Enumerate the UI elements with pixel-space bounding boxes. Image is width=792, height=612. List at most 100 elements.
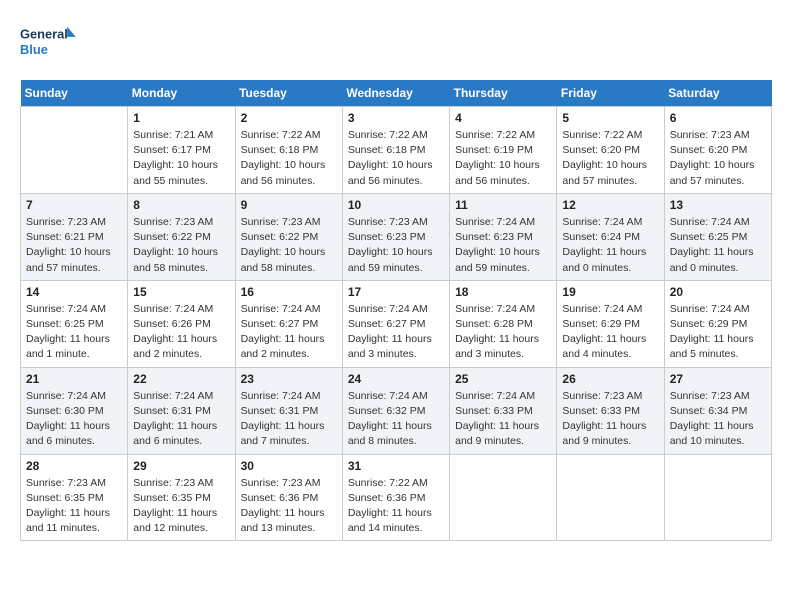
day-number: 2: [241, 111, 337, 125]
day-detail: Sunrise: 7:22 AMSunset: 6:18 PMDaylight:…: [348, 128, 444, 189]
day-detail: Sunrise: 7:24 AMSunset: 6:24 PMDaylight:…: [562, 215, 658, 276]
calendar-cell: 3Sunrise: 7:22 AMSunset: 6:18 PMDaylight…: [342, 107, 449, 194]
calendar-cell: [557, 454, 664, 541]
day-detail: Sunrise: 7:24 AMSunset: 6:28 PMDaylight:…: [455, 302, 551, 363]
calendar-cell: 4 Sunrise: 7:22 AMSunset: 6:19 PMDaylight…: [450, 107, 557, 194]
calendar-cell: 5 Sunrise: 7:22 AMSunset: 6:20 PMDaylight…: [557, 107, 664, 194]
day-number: 6: [670, 111, 766, 125]
calendar-cell: 24 Sunrise: 7:24 AMSunset: 6:32 PMDayligh…: [342, 367, 449, 454]
day-detail: Sunrise: 7:22 AMSunset: 6:19 PMDaylight:…: [455, 128, 551, 189]
day-detail: Sunrise: 7:24 AMSunset: 6:27 PMDaylight:…: [241, 302, 337, 363]
calendar-cell: 17 Sunrise: 7:24 AMSunset: 6:27 PMDayligh…: [342, 280, 449, 367]
day-detail: Sunrise: 7:22 AMSunset: 6:18 PMDaylight:…: [241, 128, 337, 189]
day-detail: Sunrise: 7:24 AMSunset: 6:25 PMDaylight:…: [26, 302, 122, 363]
day-number: 31: [348, 459, 444, 473]
day-detail: Sunrise: 7:23 AMSunset: 6:33 PMDaylight:…: [562, 389, 658, 450]
day-number: 11: [455, 198, 551, 212]
day-number: 4: [455, 111, 551, 125]
day-number: 5: [562, 111, 658, 125]
day-detail: Sunrise: 7:23 AMSunset: 6:23 PMDaylight:…: [348, 215, 444, 276]
weekday-header-tuesday: Tuesday: [235, 80, 342, 107]
calendar-cell: 18 Sunrise: 7:24 AMSunset: 6:28 PMDayligh…: [450, 280, 557, 367]
day-number: 25: [455, 372, 551, 386]
day-number: 24: [348, 372, 444, 386]
day-number: 18: [455, 285, 551, 299]
day-detail: Sunrise: 7:24 AMSunset: 6:29 PMDaylight:…: [670, 302, 766, 363]
day-detail: Sunrise: 7:21 AMSunset: 6:17 PMDaylight:…: [133, 128, 229, 189]
day-detail: Sunrise: 7:24 AMSunset: 6:29 PMDaylight:…: [562, 302, 658, 363]
calendar-cell: 15Sunrise: 7:24 AMSunset: 6:26 PMDayligh…: [128, 280, 235, 367]
day-number: 8: [133, 198, 229, 212]
logo: General Blue: [20, 20, 80, 64]
weekday-header-sunday: Sunday: [21, 80, 128, 107]
day-number: 19: [562, 285, 658, 299]
day-detail: Sunrise: 7:23 AMSunset: 6:22 PMDaylight:…: [241, 215, 337, 276]
calendar-cell: 9 Sunrise: 7:23 AMSunset: 6:22 PMDaylight…: [235, 193, 342, 280]
day-number: 29: [133, 459, 229, 473]
calendar-cell: 2 Sunrise: 7:22 AMSunset: 6:18 PMDaylight…: [235, 107, 342, 194]
weekday-header-friday: Friday: [557, 80, 664, 107]
day-detail: Sunrise: 7:24 AMSunset: 6:32 PMDaylight:…: [348, 389, 444, 450]
day-number: 20: [670, 285, 766, 299]
calendar-cell: 22 Sunrise: 7:24 AMSunset: 6:31 PMDayligh…: [128, 367, 235, 454]
logo-svg: General Blue: [20, 20, 80, 64]
calendar-cell: 12Sunrise: 7:24 AMSunset: 6:24 PMDayligh…: [557, 193, 664, 280]
calendar-cell: 29 Sunrise: 7:23 AMSunset: 6:35 PMDayligh…: [128, 454, 235, 541]
day-number: 14: [26, 285, 122, 299]
day-detail: Sunrise: 7:24 AMSunset: 6:33 PMDaylight:…: [455, 389, 551, 450]
calendar-cell: 10 Sunrise: 7:23 AMSunset: 6:23 PMDayligh…: [342, 193, 449, 280]
day-detail: Sunrise: 7:24 AMSunset: 6:31 PMDaylight:…: [133, 389, 229, 450]
day-number: 1: [133, 111, 229, 125]
calendar-cell: 1 Sunrise: 7:21 AMSunset: 6:17 PMDaylight…: [128, 107, 235, 194]
day-number: 22: [133, 372, 229, 386]
day-detail: Sunrise: 7:24 AMSunset: 6:31 PMDaylight:…: [241, 389, 337, 450]
day-detail: Sunrise: 7:23 AMSunset: 6:34 PMDaylight:…: [670, 389, 766, 450]
page-header: General Blue: [20, 20, 772, 64]
day-detail: Sunrise: 7:24 AMSunset: 6:27 PMDaylight:…: [348, 302, 444, 363]
day-number: 21: [26, 372, 122, 386]
day-detail: Sunrise: 7:24 AMSunset: 6:30 PMDaylight:…: [26, 389, 122, 450]
weekday-header-saturday: Saturday: [664, 80, 771, 107]
calendar-table: SundayMondayTuesdayWednesdayThursdayFrid…: [20, 80, 772, 541]
day-number: 30: [241, 459, 337, 473]
calendar-cell: 8 Sunrise: 7:23 AMSunset: 6:22 PMDaylight…: [128, 193, 235, 280]
calendar-cell: 30 Sunrise: 7:23 AMSunset: 6:36 PMDayligh…: [235, 454, 342, 541]
calendar-cell: 28Sunrise: 7:23 AMSunset: 6:35 PMDayligh…: [21, 454, 128, 541]
weekday-header-monday: Monday: [128, 80, 235, 107]
calendar-cell: 19 Sunrise: 7:24 AMSunset: 6:29 PMDayligh…: [557, 280, 664, 367]
calendar-cell: 21 Sunrise: 7:24 AMSunset: 6:30 PMDayligh…: [21, 367, 128, 454]
calendar-cell: 26 Sunrise: 7:23 AMSunset: 6:33 PMDayligh…: [557, 367, 664, 454]
day-number: 23: [241, 372, 337, 386]
day-detail: Sunrise: 7:23 AMSunset: 6:21 PMDaylight:…: [26, 215, 122, 276]
calendar-cell: 7 Sunrise: 7:23 AMSunset: 6:21 PMDaylight…: [21, 193, 128, 280]
day-detail: Sunrise: 7:24 AMSunset: 6:25 PMDaylight:…: [670, 215, 766, 276]
day-number: 26: [562, 372, 658, 386]
day-detail: Sunrise: 7:23 AMSunset: 6:35 PMDaylight:…: [26, 476, 122, 537]
day-number: 7: [26, 198, 122, 212]
day-number: 17: [348, 285, 444, 299]
calendar-cell: 14 Sunrise: 7:24 AMSunset: 6:25 PMDayligh…: [21, 280, 128, 367]
calendar-cell: [21, 107, 128, 194]
calendar-cell: 31 Sunrise: 7:22 AMSunset: 6:36 PMDayligh…: [342, 454, 449, 541]
day-detail: Sunrise: 7:23 AMSunset: 6:36 PMDaylight:…: [241, 476, 337, 537]
calendar-cell: [664, 454, 771, 541]
day-detail: Sunrise: 7:23 AMSunset: 6:20 PMDaylight:…: [670, 128, 766, 189]
day-number: 9: [241, 198, 337, 212]
weekday-header-thursday: Thursday: [450, 80, 557, 107]
day-number: 13: [670, 198, 766, 212]
calendar-cell: 27 Sunrise: 7:23 AMSunset: 6:34 PMDayligh…: [664, 367, 771, 454]
day-detail: Sunrise: 7:23 AMSunset: 6:35 PMDaylight:…: [133, 476, 229, 537]
calendar-cell: 6 Sunrise: 7:23 AMSunset: 6:20 PMDaylight…: [664, 107, 771, 194]
weekday-header-wednesday: Wednesday: [342, 80, 449, 107]
day-number: 15: [133, 285, 229, 299]
day-number: 27: [670, 372, 766, 386]
calendar-cell: 11Sunrise: 7:24 AMSunset: 6:23 PMDayligh…: [450, 193, 557, 280]
svg-text:General: General: [20, 27, 68, 42]
day-number: 10: [348, 198, 444, 212]
day-detail: Sunrise: 7:22 AMSunset: 6:36 PMDaylight:…: [348, 476, 444, 537]
day-detail: Sunrise: 7:22 AMSunset: 6:20 PMDaylight:…: [562, 128, 658, 189]
calendar-cell: 25 Sunrise: 7:24 AMSunset: 6:33 PMDayligh…: [450, 367, 557, 454]
svg-text:Blue: Blue: [20, 42, 48, 57]
calendar-cell: 20 Sunrise: 7:24 AMSunset: 6:29 PMDayligh…: [664, 280, 771, 367]
day-detail: Sunrise: 7:23 AMSunset: 6:22 PMDaylight:…: [133, 215, 229, 276]
